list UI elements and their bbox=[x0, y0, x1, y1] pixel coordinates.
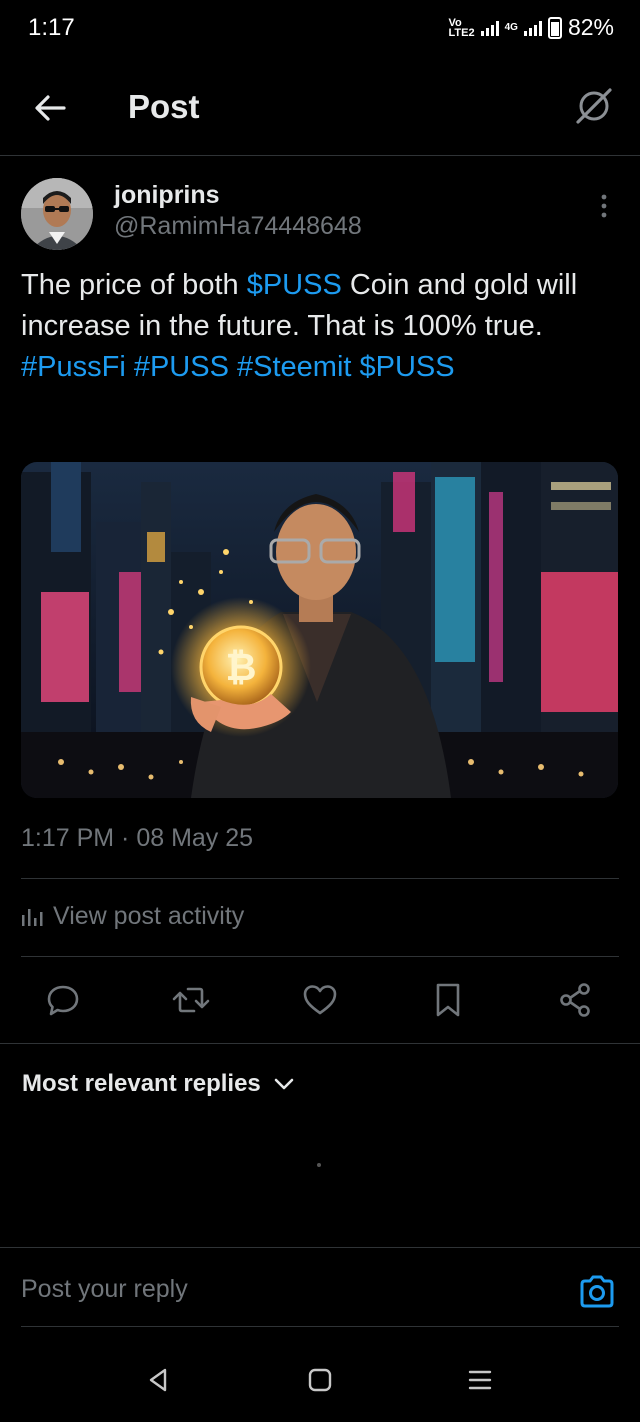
grok-icon[interactable] bbox=[572, 84, 616, 128]
battery-icon bbox=[547, 16, 562, 39]
author-name[interactable]: joniprins bbox=[114, 181, 220, 210]
battery-percent: 82% bbox=[567, 14, 614, 40]
author-handle[interactable]: @RamimHa74448648 bbox=[114, 212, 362, 241]
divider bbox=[21, 878, 619, 879]
bookmark-icon[interactable] bbox=[424, 976, 472, 1024]
divider bbox=[21, 1326, 619, 1327]
cashtag-link[interactable]: $PUSS bbox=[360, 351, 455, 383]
repost-icon[interactable] bbox=[167, 976, 215, 1024]
reply-icon[interactable] bbox=[39, 976, 87, 1024]
hashtag-link[interactable]: #Steemit bbox=[237, 351, 351, 383]
nav-home-icon[interactable] bbox=[300, 1364, 340, 1396]
arrow-left-icon[interactable] bbox=[30, 88, 70, 128]
hashtag-link[interactable]: #PUSS bbox=[134, 351, 229, 383]
loading-indicator bbox=[317, 1163, 321, 1167]
analytics-icon bbox=[22, 908, 43, 926]
status-time: 1:17 bbox=[28, 14, 75, 41]
status-icons: Vo LTE2 4G 82% bbox=[449, 14, 614, 41]
divider bbox=[21, 956, 619, 957]
post-image[interactable]: ₿ bbox=[21, 462, 618, 798]
chevron-down-icon bbox=[274, 1078, 294, 1090]
avatar[interactable] bbox=[21, 178, 93, 250]
view-post-activity-label: View post activity bbox=[53, 902, 245, 930]
nav-back-icon[interactable] bbox=[138, 1364, 178, 1396]
status-bar: 1:17 Vo LTE2 4G 82% bbox=[0, 0, 640, 58]
cashtag-link[interactable]: $PUSS bbox=[247, 269, 342, 301]
network-type: 4G bbox=[504, 21, 518, 33]
share-icon[interactable] bbox=[551, 976, 599, 1024]
more-options-icon[interactable] bbox=[592, 192, 616, 220]
post-text: The price of both $PUSS Coin and gold wi… bbox=[21, 269, 578, 383]
top-bar: Post bbox=[0, 58, 640, 156]
signal-icon bbox=[480, 20, 499, 36]
replies-sort-dropdown[interactable]: Most relevant replies bbox=[22, 1070, 295, 1098]
divider bbox=[0, 1043, 640, 1044]
reply-input[interactable]: Post your reply bbox=[21, 1275, 188, 1304]
post-timestamp: 1:17 PM · 08 May 25 bbox=[21, 824, 254, 852]
replies-sort-label: Most relevant replies bbox=[22, 1070, 261, 1097]
signal-icon-2 bbox=[523, 20, 542, 36]
page-title: Post bbox=[128, 88, 200, 125]
divider bbox=[0, 1247, 640, 1248]
like-icon[interactable] bbox=[296, 976, 344, 1024]
system-nav-bar bbox=[0, 1340, 640, 1422]
view-post-activity[interactable]: View post activity bbox=[21, 902, 244, 931]
post-actions-bar bbox=[0, 976, 640, 1026]
hashtag-link[interactable]: #PussFi bbox=[21, 351, 126, 383]
camera-icon[interactable] bbox=[578, 1274, 616, 1310]
volte-indicator: Vo LTE2 bbox=[448, 16, 475, 39]
nav-menu-icon[interactable] bbox=[460, 1364, 500, 1396]
svg-text:₿: ₿ bbox=[226, 645, 257, 689]
